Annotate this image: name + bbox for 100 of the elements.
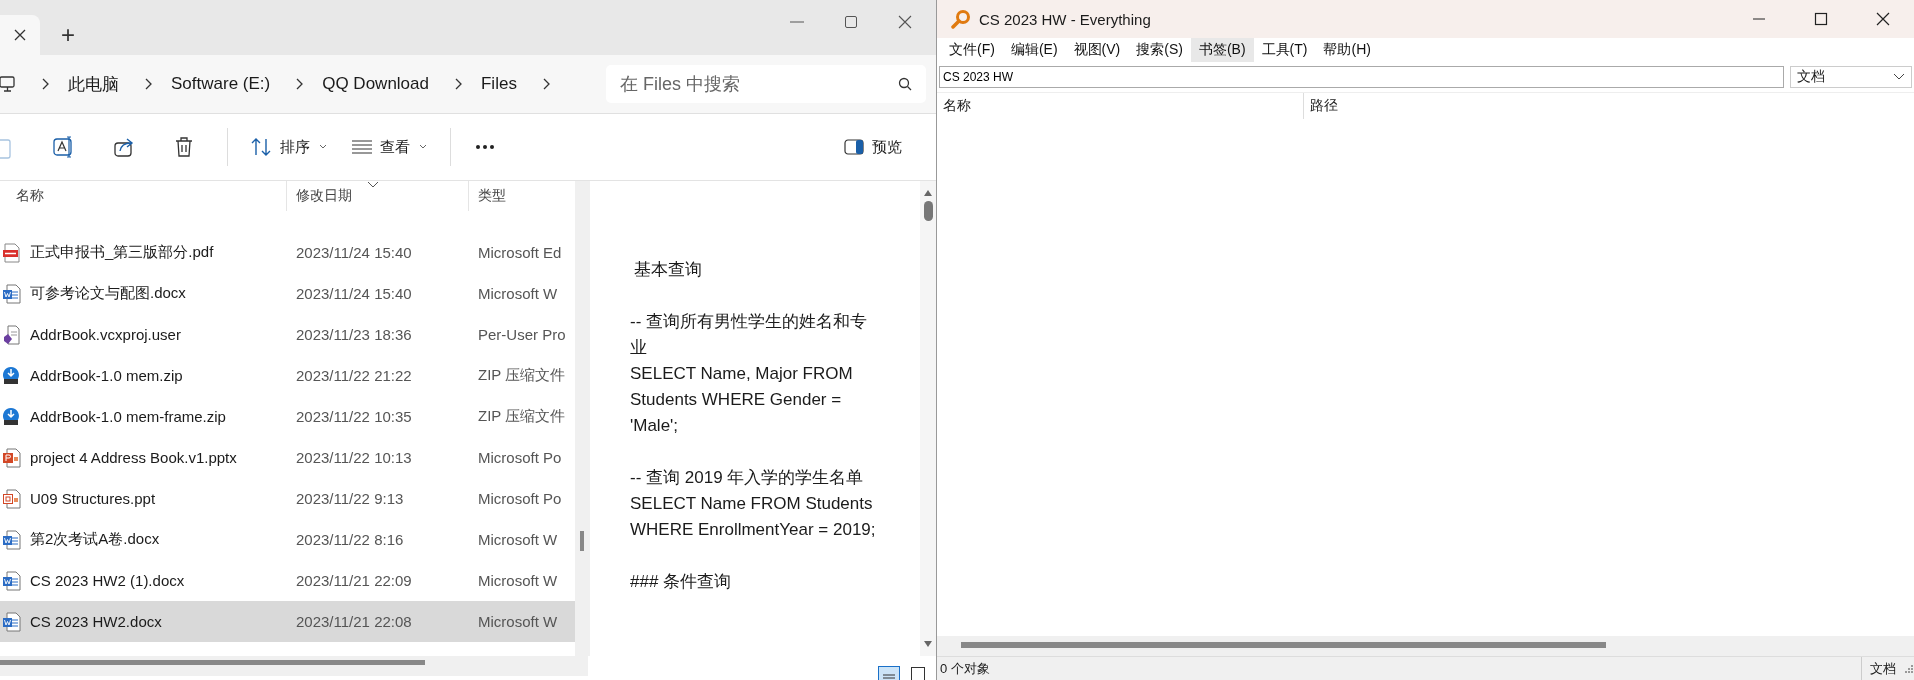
file-name: AddrBook.vcxproj.user: [30, 326, 181, 343]
file-name: project 4 Address Book.v1.pptx: [30, 449, 237, 466]
chevron-right-icon[interactable]: [143, 77, 153, 91]
menu-item[interactable]: 书签(B): [1190, 38, 1254, 62]
rename-icon[interactable]: [53, 136, 75, 158]
menu-item[interactable]: 工具(T): [1253, 38, 1316, 62]
modified-date: 2023/11/24 15:40: [296, 285, 412, 302]
menu-item[interactable]: 文件(F): [941, 38, 1003, 62]
file-name: AddrBook-1.0 mem-frame.zip: [30, 408, 226, 425]
column-header[interactable]: 类型: [469, 181, 575, 211]
scroll-down-icon: [923, 640, 933, 648]
file-type: Microsoft Po: [478, 490, 562, 507]
file-row[interactable]: AddrBook-1.0 mem-frame.zip 2023/11/22 10:35 ZIP 压缩文件: [0, 396, 575, 437]
chevron-right-icon[interactable]: [294, 77, 305, 91]
new-tab-button[interactable]: +: [40, 15, 96, 55]
file-name: CS 2023 HW2 (1).docx: [30, 572, 185, 589]
file-row[interactable]: 第2次考试A卷.docx 2023/11/22 8:16 Microsoft W: [0, 519, 575, 560]
column-header[interactable]: 名称: [937, 93, 1304, 119]
scroll-up-icon: [923, 189, 933, 197]
preview-text: -- 查询所有男性学生的姓名和专业: [630, 311, 869, 359]
breadcrumb-item[interactable]: Software (E:): [171, 74, 271, 94]
modified-date: 2023/11/22 9:13: [296, 490, 404, 507]
preview-text: SELECT Name, Major FROM Students WHERE Gender = 'Male';: [630, 363, 854, 437]
preview-pane-button[interactable]: 预览: [832, 131, 914, 163]
file-name: CS 2023 HW2.docx: [30, 613, 162, 630]
breadcrumb-item[interactable]: Files: [481, 74, 517, 94]
computer-icon: [0, 75, 16, 93]
file-type: ZIP 压缩文件: [478, 366, 566, 385]
column-header[interactable]: 修改日期: [287, 181, 469, 211]
close-icon[interactable]: [13, 28, 27, 42]
file-type: Microsoft W: [478, 285, 558, 302]
file-row[interactable]: CS 2023 HW2 (1).docx 2023/11/21 22:09 Microsoft W: [0, 560, 575, 601]
file-row[interactable]: 可参考论文与配图.docx 2023/11/24 15:40 Microsoft W: [0, 273, 575, 314]
file-name: 正式申报书_第三版部分.pdf: [30, 243, 214, 262]
search-field[interactable]: 在 Files 中搜索: [606, 65, 926, 103]
chevron-down-icon: [418, 143, 428, 151]
menu-item[interactable]: 视图(V): [1065, 38, 1129, 62]
file-type: Microsoft Ed: [478, 244, 562, 261]
modified-date: 2023/11/22 21:22: [296, 367, 412, 384]
file-row[interactable]: CS 2023 HW2.docx 2023/11/21 22:08 Microsoft W: [0, 601, 575, 642]
file-type: Microsoft W: [478, 572, 558, 589]
file-name: U09 Structures.ppt: [30, 490, 156, 507]
file-type: Microsoft W: [478, 613, 558, 630]
menu-item[interactable]: 帮助(H): [1315, 38, 1379, 62]
file-row[interactable]: AddrBook-1.0 mem.zip 2023/11/22 21:22 ZIP 压缩文件: [0, 355, 575, 396]
preview-text: ### 条件查询: [630, 571, 733, 593]
modified-date: 2023/11/22 10:13: [296, 449, 412, 466]
modified-date: 2023/11/21 22:08: [296, 613, 412, 630]
file-type: ZIP 压缩文件: [478, 407, 566, 426]
scrollbar-thumb[interactable]: [580, 531, 584, 551]
menu-item[interactable]: 搜索(S): [1128, 38, 1191, 62]
modified-date: 2023/11/22 10:35: [296, 408, 412, 425]
column-header[interactable]: 路径: [1304, 93, 1338, 119]
modified-date: 2023/11/23 18:36: [296, 326, 412, 343]
status-text: 0 个对象: [940, 659, 990, 678]
word-document-icon: [2, 611, 22, 632]
chevron-right-icon[interactable]: [453, 77, 463, 91]
preview-text: SELECT Name FROM Students WHERE EnrollmentYear = 2019;: [630, 493, 877, 541]
file-name: 第2次考试A卷.docx: [30, 530, 160, 549]
breadcrumb-item[interactable]: QQ Download: [322, 74, 429, 94]
list-icon: [352, 140, 372, 154]
modified-date: 2023/11/22 8:16: [296, 531, 404, 548]
sort-arrows-icon: [250, 137, 272, 157]
file-name: 可参考论文与配图.docx: [30, 284, 186, 303]
sort-button[interactable]: 排序: [238, 131, 340, 163]
scrollbar-thumb[interactable]: [0, 660, 425, 665]
modified-date: 2023/11/24 15:40: [296, 244, 412, 261]
scrollbar-thumb[interactable]: [923, 201, 933, 221]
file-type: Microsoft Po: [478, 449, 562, 466]
file-row[interactable]: AddrBook.vcxproj.user 2023/11/23 18:36 Per-User Pro: [0, 314, 575, 355]
magnifier-icon: [951, 9, 971, 29]
view-button[interactable]: 查看: [340, 131, 440, 163]
file-row[interactable]: project 4 Address Book.v1.pptx 2023/11/22 10:13 Microsoft Po: [0, 437, 575, 478]
chevron-right-icon: [40, 77, 50, 91]
window-title: CS 2023 HW - Everything: [979, 10, 1151, 28]
search-icon: [898, 77, 912, 91]
tiles-view-icon[interactable]: [910, 666, 926, 680]
modified-date: 2023/11/21 22:09: [296, 572, 412, 589]
chevron-down-icon: [318, 143, 328, 151]
menu-item[interactable]: 编辑(E): [1002, 38, 1066, 62]
filter-dropdown[interactable]: 文档: [1790, 66, 1912, 88]
scrollbar-thumb[interactable]: [961, 642, 1606, 648]
search-field[interactable]: CS 2023 HW: [939, 66, 1784, 88]
preview-text: -- 查询 2019 年入学的学生名单: [630, 467, 865, 489]
status-filter: 文档: [1861, 657, 1904, 680]
trash-icon[interactable]: [173, 136, 195, 158]
file-row[interactable]: U09 Structures.ppt 2023/11/22 9:13 Microsoft Po: [0, 478, 575, 519]
more-icon[interactable]: [475, 144, 495, 150]
share-icon[interactable]: [113, 136, 135, 158]
preview-pane-icon: [844, 139, 864, 155]
details-view-icon[interactable]: [878, 666, 900, 680]
preview-text: 基本查询: [633, 259, 703, 281]
breadcrumb-item[interactable]: 此电脑: [68, 72, 119, 96]
file-type: Microsoft W: [478, 531, 558, 548]
resize-grip-icon: [1904, 663, 1914, 674]
column-header[interactable]: 名称: [0, 181, 287, 211]
file-name: AddrBook-1.0 mem.zip: [30, 367, 183, 384]
file-type: Per-User Pro: [478, 326, 566, 343]
chevron-down-icon: [1893, 73, 1905, 81]
file-row[interactable]: 正式申报书_第三版部分.pdf 2023/11/24 15:40 Microsoft Ed: [0, 232, 575, 273]
